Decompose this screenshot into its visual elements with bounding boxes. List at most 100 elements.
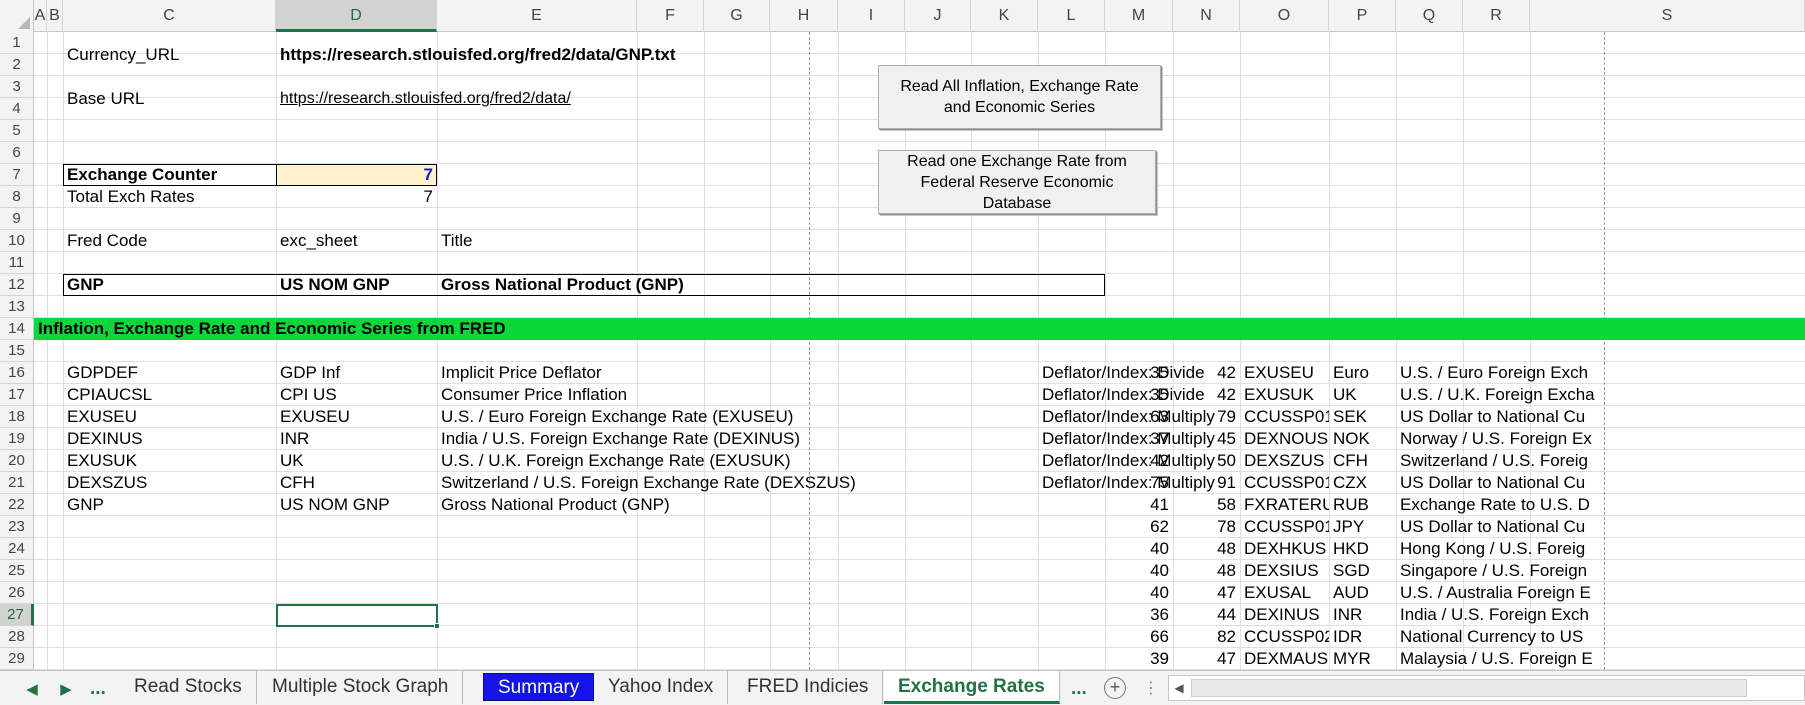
- horizontal-scrollbar[interactable]: ◀: [1168, 675, 1805, 701]
- row-header-18[interactable]: 18: [0, 406, 34, 428]
- column-header-e[interactable]: E: [437, 0, 637, 32]
- column-header-k[interactable]: K: [971, 0, 1038, 32]
- row-header-7[interactable]: 7: [0, 164, 34, 186]
- series-col-m[interactable]: 39: [1105, 648, 1173, 670]
- row-header-5[interactable]: 5: [0, 120, 34, 142]
- series-col-m[interactable]: 37: [1105, 428, 1173, 450]
- row-header-14[interactable]: 14: [0, 318, 34, 340]
- series-sheet[interactable]: GDP Inf: [276, 362, 437, 384]
- series-col-o[interactable]: FXRATERU: [1240, 494, 1329, 516]
- series-col-o[interactable]: DEXSZUS: [1240, 450, 1329, 472]
- series-col-n[interactable]: 50: [1173, 450, 1240, 472]
- prev-sheet-button[interactable]: ◀: [18, 671, 46, 705]
- series-col-o[interactable]: CCUSSP02: [1240, 626, 1329, 648]
- series-title[interactable]: Gross National Product (GNP): [437, 494, 1037, 516]
- series-col-p[interactable]: Euro: [1329, 362, 1396, 384]
- row-header-6[interactable]: 6: [0, 142, 34, 164]
- column-header-j[interactable]: J: [905, 0, 971, 32]
- sheet-tab-multiple-stock-graph[interactable]: Multiple Stock Graph: [258, 671, 464, 704]
- series-col-o[interactable]: DEXINUS: [1240, 604, 1329, 626]
- series-col-q[interactable]: Switzerland / U.S. Foreig: [1396, 450, 1805, 472]
- fill-handle[interactable]: [434, 623, 440, 629]
- series-col-o[interactable]: DEXSIUS: [1240, 560, 1329, 582]
- series-col-q[interactable]: Exchange Rate to U.S. D: [1396, 494, 1805, 516]
- series-title[interactable]: India / U.S. Foreign Exchange Rate (DEXI…: [437, 428, 1037, 450]
- sheet-tab-read-stocks[interactable]: Read Stocks: [120, 671, 257, 704]
- row-header-22[interactable]: 22: [0, 494, 34, 516]
- column-header-d[interactable]: D: [276, 0, 437, 32]
- column-header-f[interactable]: F: [637, 0, 704, 32]
- series-col-m[interactable]: 35: [1105, 384, 1173, 406]
- series-code[interactable]: EXUSEU: [63, 406, 275, 428]
- series-col-n[interactable]: 58: [1173, 494, 1240, 516]
- series-col-n[interactable]: 91: [1173, 472, 1240, 494]
- row-header-15[interactable]: 15: [0, 340, 34, 362]
- row-header-29[interactable]: 29: [0, 648, 34, 670]
- row-header-11[interactable]: 11: [0, 252, 34, 274]
- read-all-series-button[interactable]: Read All Inflation, Exchange Rate and Ec…: [878, 65, 1161, 129]
- series-col-p[interactable]: AUD: [1329, 582, 1396, 604]
- series-col-q[interactable]: Norway / U.S. Foreign Ex: [1396, 428, 1805, 450]
- row-header-2[interactable]: 2: [0, 54, 34, 76]
- series-col-q[interactable]: U.S. / Euro Foreign Exch: [1396, 362, 1805, 384]
- series-col-q[interactable]: India / U.S. Foreign Exch: [1396, 604, 1805, 626]
- series-col-q[interactable]: Hong Kong / U.S. Foreig: [1396, 538, 1805, 560]
- series-code[interactable]: GDPDEF: [63, 362, 275, 384]
- series-col-p[interactable]: UK: [1329, 384, 1396, 406]
- series-col-m[interactable]: 40: [1105, 582, 1173, 604]
- series-sheet[interactable]: INR: [276, 428, 437, 450]
- plus-circle-icon[interactable]: +: [1104, 677, 1126, 699]
- column-header-p[interactable]: P: [1329, 0, 1396, 32]
- scroll-left-arrow-icon[interactable]: ◀: [1169, 676, 1189, 700]
- sheet-tab-yahoo-index[interactable]: Yahoo Index: [594, 671, 729, 704]
- row-header-19[interactable]: 19: [0, 428, 34, 450]
- series-col-q[interactable]: U.S. / U.K. Foreign Excha: [1396, 384, 1805, 406]
- series-col-o[interactable]: EXUSEU: [1240, 362, 1329, 384]
- series-col-p[interactable]: RUB: [1329, 494, 1396, 516]
- row-header-23[interactable]: 23: [0, 516, 34, 538]
- series-col-o[interactable]: CCUSSP01: [1240, 516, 1329, 538]
- exchange-counter-value[interactable]: 7: [276, 164, 437, 186]
- base-url-link[interactable]: https://research.stlouisfed.org/fred2/da…: [276, 88, 676, 110]
- row-header-1[interactable]: 1: [0, 32, 34, 54]
- series-col-o[interactable]: DEXMAUS: [1240, 648, 1329, 670]
- series-col-q[interactable]: Singapore / U.S. Foreign: [1396, 560, 1805, 582]
- column-header-g[interactable]: G: [704, 0, 770, 32]
- series-title[interactable]: Consumer Price Inflation: [437, 384, 1037, 406]
- series-col-n[interactable]: 45: [1173, 428, 1240, 450]
- spreadsheet-grid[interactable]: ABCDEFGHIJKLMNOPQRS 1 2 3 4 5 6 7 8 9 10 11 12 13 14 1…: [0, 0, 1805, 670]
- series-col-p[interactable]: SEK: [1329, 406, 1396, 428]
- series-col-q[interactable]: National Currency to US: [1396, 626, 1805, 648]
- series-code[interactable]: CPIAUCSL: [63, 384, 275, 406]
- series-code[interactable]: GNP: [63, 494, 275, 516]
- series-col-n[interactable]: 48: [1173, 538, 1240, 560]
- series-col-p[interactable]: CZX: [1329, 472, 1396, 494]
- row-header-10[interactable]: 10: [0, 230, 34, 252]
- row-header-28[interactable]: 28: [0, 626, 34, 648]
- series-col-n[interactable]: 47: [1173, 648, 1240, 670]
- series-col-p[interactable]: INR: [1329, 604, 1396, 626]
- tabs-ellipsis-right[interactable]: ...: [1071, 671, 1087, 705]
- series-sheet[interactable]: CFH: [276, 472, 437, 494]
- series-col-o[interactable]: CCUSSP01: [1240, 472, 1329, 494]
- selected-cell-d27[interactable]: [276, 604, 440, 629]
- row-header-3[interactable]: 3: [0, 76, 34, 98]
- series-title[interactable]: U.S. / U.K. Foreign Exchange Rate (EXUSU…: [437, 450, 1037, 472]
- series-col-n[interactable]: 78: [1173, 516, 1240, 538]
- series-col-p[interactable]: HKD: [1329, 538, 1396, 560]
- scrollbar-thumb[interactable]: [1191, 679, 1747, 697]
- series-col-m[interactable]: 40: [1105, 560, 1173, 582]
- column-header-i[interactable]: I: [838, 0, 905, 32]
- column-header-n[interactable]: N: [1173, 0, 1240, 32]
- row-header-13[interactable]: 13: [0, 296, 34, 318]
- row-header-9[interactable]: 9: [0, 208, 34, 230]
- series-title[interactable]: Switzerland / U.S. Foreign Exchange Rate…: [437, 472, 1037, 494]
- series-col-o[interactable]: DEXHKUS: [1240, 538, 1329, 560]
- series-col-m[interactable]: 36: [1105, 604, 1173, 626]
- series-code[interactable]: DEXSZUS: [63, 472, 275, 494]
- column-header-s[interactable]: S: [1530, 0, 1805, 32]
- series-col-n[interactable]: 48: [1173, 560, 1240, 582]
- row-header-27[interactable]: 27: [0, 604, 34, 626]
- row-header-12[interactable]: 12: [0, 274, 34, 296]
- series-col-p[interactable]: CFH: [1329, 450, 1396, 472]
